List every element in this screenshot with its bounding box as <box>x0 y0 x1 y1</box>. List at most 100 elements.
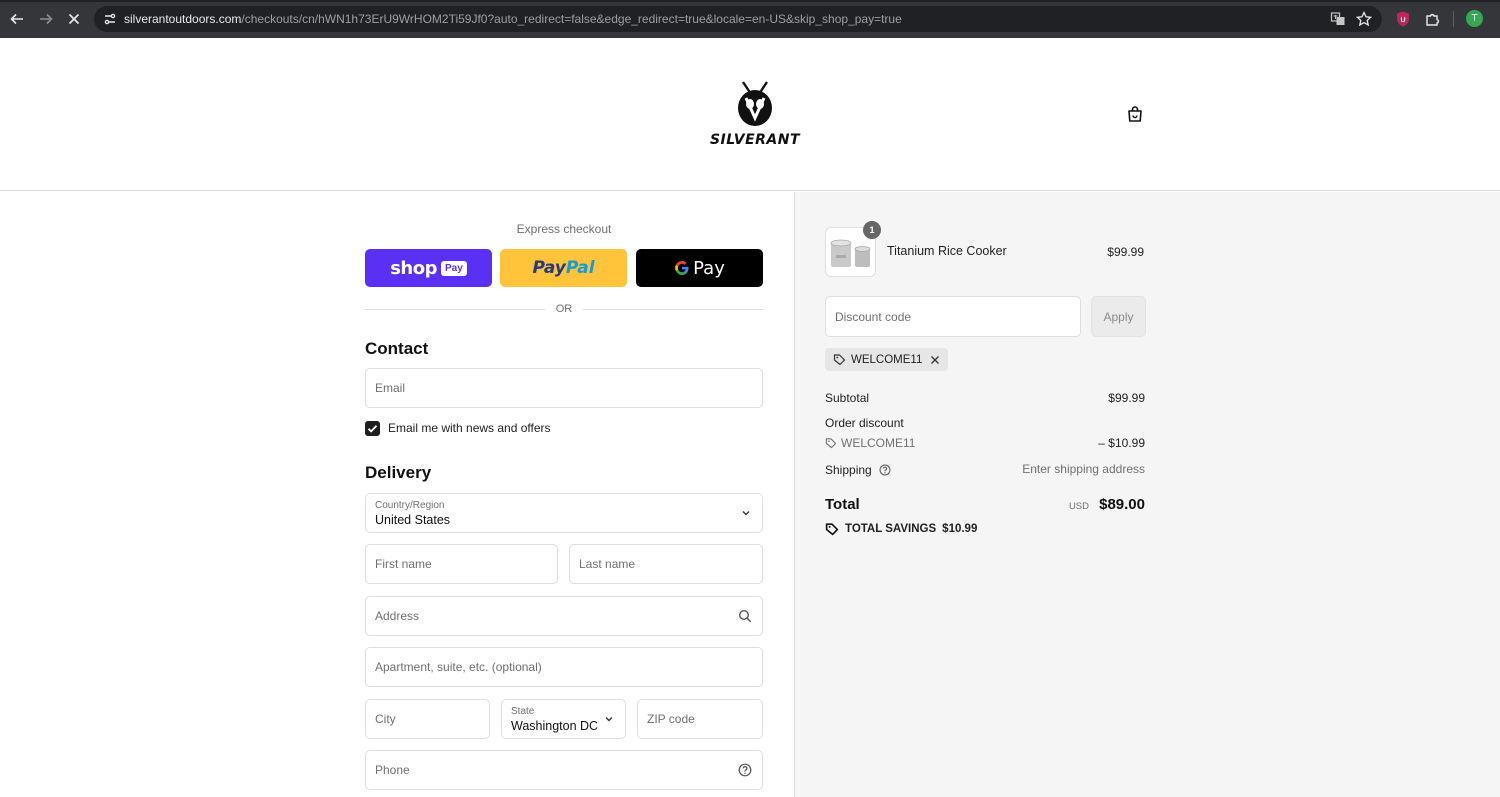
subtotal-value: $99.99 <box>1108 391 1145 405</box>
express-checkout-title: Express checkout <box>516 222 612 236</box>
address-placeholder: Address <box>375 609 420 623</box>
brand-wordmark: SILVERANT <box>709 132 801 148</box>
total-label: Total <box>825 496 860 513</box>
last-name-placeholder: Last name <box>579 557 636 571</box>
close-icon <box>68 13 80 25</box>
shipping-value: Enter shipping address <box>1022 462 1145 476</box>
phone-field[interactable]: Phone <box>365 750 763 790</box>
city-placeholder: City <box>375 712 396 726</box>
country-label: Country/Region <box>375 500 445 511</box>
ublock-extension-icon[interactable]: U <box>1394 10 1412 28</box>
apply-button[interactable]: Apply <box>1091 296 1146 337</box>
back-arrow-icon <box>10 13 23 25</box>
checkout-header: SILVERANT <box>0 38 1500 191</box>
subtotal-row: Subtotal $99.99 <box>825 391 1145 405</box>
chevron-down-icon <box>742 511 750 516</box>
profile-avatar[interactable]: T <box>1466 10 1483 27</box>
last-name-field[interactable]: Last name <box>569 544 763 584</box>
ant-logo-icon <box>738 81 772 126</box>
applied-discount-code: WELCOME11 <box>851 353 923 366</box>
state-value: Washington DC <box>511 719 599 733</box>
contact-heading: Contact <box>365 339 429 358</box>
checkout-form: Express checkout shop Pay Pay Pal Pay OR … <box>0 192 794 797</box>
shipping-row: Shipping Enter shipping address <box>825 462 1145 477</box>
browser-chrome: silverantoutdoors.com/checkouts/cn/hWN1h… <box>0 0 1500 38</box>
chevron-down-icon <box>605 717 613 722</box>
help-circle-icon[interactable] <box>879 464 891 476</box>
forward-button[interactable] <box>35 8 57 30</box>
order-discount-row: Order discount <box>825 416 1145 430</box>
forward-arrow-icon <box>40 13 53 25</box>
order-discount-code-row: WELCOME11 – $10.99 <box>825 436 1145 450</box>
tag-icon <box>833 354 846 366</box>
shop-pay-wordmark: shop <box>390 257 437 279</box>
quantity-badge: 1 <box>863 221 881 239</box>
svg-text:U: U <box>1400 17 1405 24</box>
apartment-placeholder: Apartment, suite, etc. (optional) <box>375 660 542 674</box>
product-name: Titanium Rice Cooker <box>887 244 1007 258</box>
shipping-label: Shipping <box>825 463 872 477</box>
tag-icon <box>825 438 837 449</box>
remove-discount-icon[interactable] <box>930 355 940 365</box>
address-field[interactable]: Address <box>365 596 763 636</box>
order-discount-value: – $10.99 <box>1098 436 1145 450</box>
tab-strip-edge <box>0 0 1500 2</box>
toolbar-divider <box>1453 11 1454 27</box>
total-currency: USD <box>1068 501 1089 512</box>
or-label: OR <box>555 303 573 315</box>
address-bar[interactable]: silverantoutdoors.com/checkouts/cn/hWN1h… <box>94 6 1382 32</box>
state-label: State <box>511 706 535 717</box>
email-placeholder: Email <box>375 381 406 395</box>
or-divider: OR <box>365 301 763 317</box>
translate-icon[interactable] <box>1330 11 1346 27</box>
first-name-field[interactable]: First name <box>365 544 558 584</box>
checkmark-icon <box>367 424 378 433</box>
help-circle-icon[interactable] <box>738 763 752 777</box>
subtotal-label: Subtotal <box>825 391 870 405</box>
total-savings: TOTAL SAVINGS $10.99 <box>825 522 977 536</box>
site-settings-icon[interactable] <box>102 11 118 27</box>
zip-placeholder: ZIP code <box>647 712 695 726</box>
extensions-puzzle-icon[interactable] <box>1424 10 1442 28</box>
google-pay-label: Pay <box>693 257 725 279</box>
country-select[interactable]: Country/Region United States <box>365 493 763 533</box>
url-text: silverantoutdoors.com/checkouts/cn/hWN1h… <box>124 12 902 26</box>
brand-logo[interactable]: SILVERANT <box>703 78 807 152</box>
zip-field[interactable]: ZIP code <box>637 699 763 739</box>
paypal-wordmark-pay: Pay <box>532 258 566 278</box>
total-value: $89.00 <box>1099 496 1145 513</box>
shop-pay-pill: Pay <box>440 260 467 276</box>
total-savings-label: TOTAL SAVINGS <box>845 523 937 535</box>
news-offers-checkbox[interactable] <box>365 420 380 436</box>
discount-code-placeholder: Discount code <box>835 310 912 324</box>
paypal-button[interactable]: Pay Pal <box>500 249 627 287</box>
country-value: United States <box>375 513 451 527</box>
shop-pay-button[interactable]: shop Pay <box>365 249 492 287</box>
state-select[interactable]: State Washington DC <box>501 699 626 739</box>
total-savings-value: $10.99 <box>942 523 978 535</box>
apartment-field[interactable]: Apartment, suite, etc. (optional) <box>365 647 763 687</box>
email-field[interactable]: Email <box>365 368 763 408</box>
google-pay-button[interactable]: Pay <box>636 249 763 287</box>
first-name-placeholder: First name <box>375 557 432 571</box>
total-row: Total USD $89.00 <box>825 496 1145 516</box>
phone-placeholder: Phone <box>375 763 410 777</box>
back-button[interactable] <box>6 8 28 30</box>
discount-code-field[interactable]: Discount code <box>825 296 1081 337</box>
paypal-wordmark-pal: Pal <box>565 258 595 278</box>
order-summary: 1 Titanium Rice Cooker $99.99 Discount c… <box>794 192 1500 797</box>
delivery-heading: Delivery <box>365 463 432 482</box>
stop-loading-button[interactable] <box>63 8 85 30</box>
order-discount-code: WELCOME11 <box>841 436 916 450</box>
product-price: $99.99 <box>1107 245 1144 259</box>
search-icon[interactable] <box>738 609 752 623</box>
applied-discount-tag: WELCOME11 <box>825 348 949 371</box>
news-offers-checkbox-row[interactable]: Email me with news and offers <box>365 420 551 436</box>
order-discount-label: Order discount <box>825 416 904 430</box>
bookmark-star-icon[interactable] <box>1356 11 1372 27</box>
google-g-icon <box>675 260 689 275</box>
tag-icon <box>825 523 839 536</box>
news-offers-label: Email me with news and offers <box>388 421 551 435</box>
city-field[interactable]: City <box>365 699 490 739</box>
shopping-bag-icon[interactable] <box>1125 104 1145 124</box>
